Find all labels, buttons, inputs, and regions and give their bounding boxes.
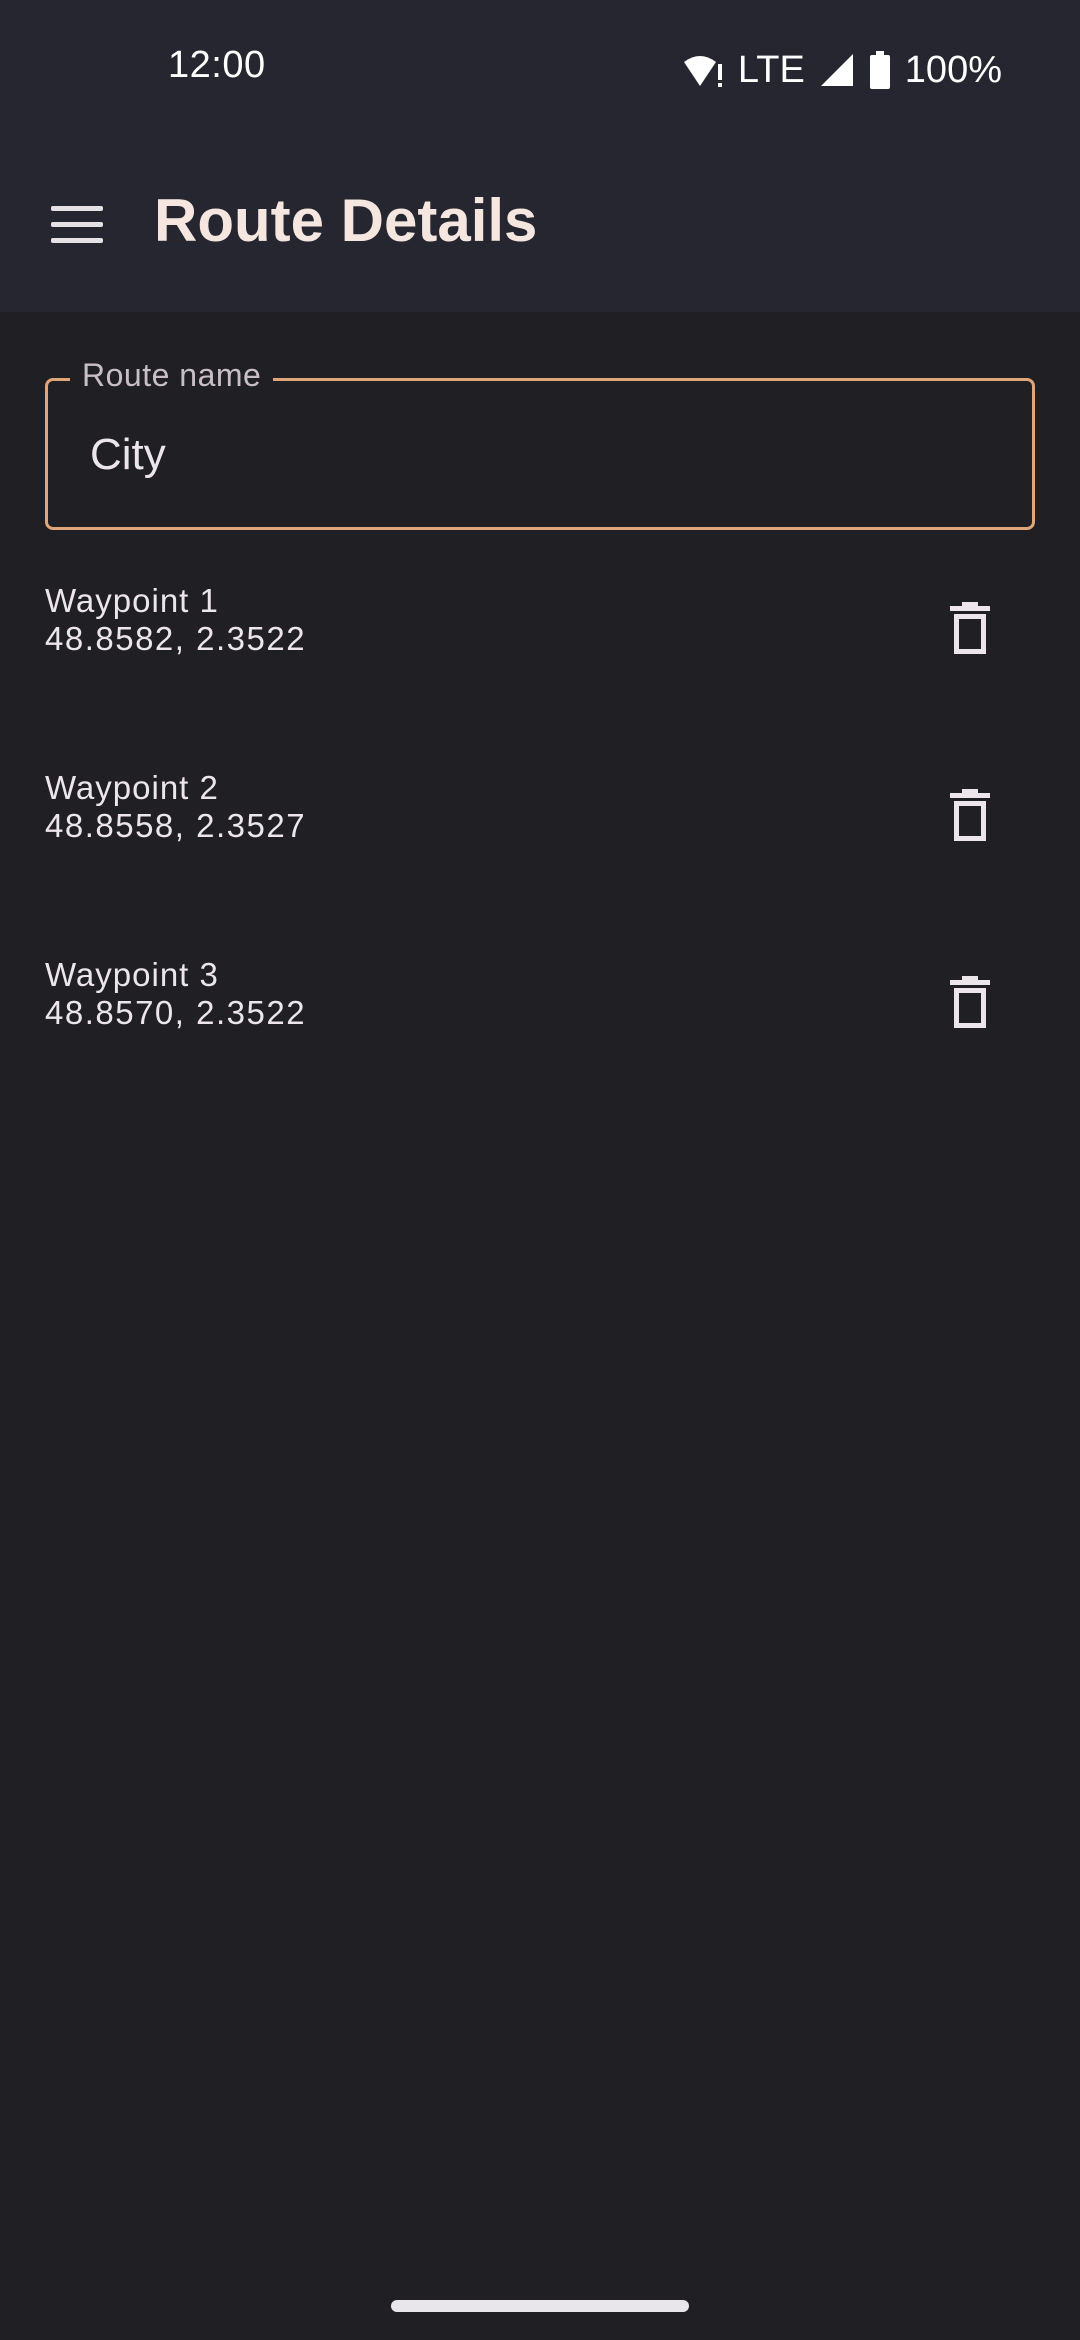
waypoint-item-2[interactable]: Waypoint 2 48.8558, 2.3527 — [0, 747, 1080, 934]
gesture-nav-handle[interactable] — [391, 2300, 689, 2312]
status-icons: LTE 100% — [682, 46, 1002, 94]
trash-icon — [950, 975, 990, 1033]
waypoint-item-1[interactable]: Waypoint 1 48.8582, 2.3522 — [0, 560, 1080, 747]
battery-icon — [869, 51, 891, 89]
route-name-field[interactable]: Route name — [45, 357, 1035, 530]
wifi-alert-icon — [682, 50, 724, 90]
waypoint-name: Waypoint 1 — [45, 582, 219, 619]
trash-icon — [950, 601, 990, 659]
delete-waypoint-3-button[interactable] — [920, 954, 1020, 1054]
waypoint-list: Waypoint 1 48.8582, 2.3522 Waypoint 2 48… — [0, 560, 1080, 1121]
route-name-label: Route name — [70, 357, 274, 394]
waypoint-name: Waypoint 3 — [45, 956, 219, 993]
waypoint-coords: 48.8582, 2.3522 — [45, 620, 307, 657]
waypoint-item-3[interactable]: Waypoint 3 48.8570, 2.3522 — [0, 934, 1080, 1121]
battery-percent: 100% — [904, 48, 1002, 91]
waypoint-coords: 48.8570, 2.3522 — [45, 994, 307, 1031]
trash-icon — [950, 788, 990, 846]
signal-icon — [819, 52, 855, 88]
page-title: Route Details — [154, 187, 538, 254]
route-name-input[interactable] — [90, 425, 990, 485]
delete-waypoint-1-button[interactable] — [920, 580, 1020, 680]
delete-waypoint-2-button[interactable] — [920, 767, 1020, 867]
waypoint-name: Waypoint 2 — [45, 769, 219, 806]
menu-icon — [51, 205, 103, 249]
status-bar: 12:00 LTE 100% — [0, 0, 1080, 140]
status-time: 12:00 — [168, 44, 266, 86]
waypoint-coords: 48.8558, 2.3527 — [45, 807, 307, 844]
network-type: LTE — [737, 48, 805, 91]
top-app-bar: Route Details — [0, 140, 1080, 312]
menu-button[interactable] — [32, 182, 122, 272]
